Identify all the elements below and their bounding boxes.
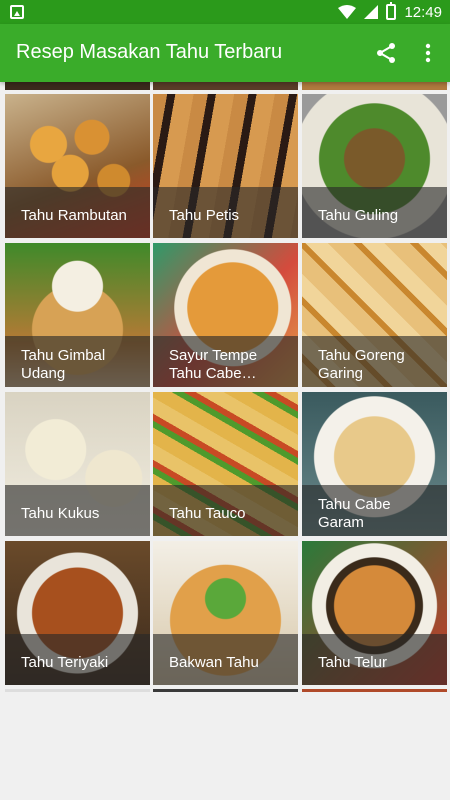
recipe-label: Tahu Petis: [169, 206, 240, 224]
recipe-tile[interactable]: Tahu Cabe Garam: [302, 392, 447, 536]
recipe-label: Tahu Gimbal Udang: [21, 346, 106, 382]
recipe-caption: Tahu Goreng Garing: [302, 336, 447, 387]
recipe-label: Bakwan Tahu: [169, 653, 259, 671]
image-icon: [10, 5, 24, 19]
recipe-tile[interactable]: Tahu Gimbal Udang: [5, 243, 150, 387]
recipe-caption: Tahu Guling: [302, 187, 447, 238]
recipe-grid[interactable]: Tahu Rambutan Tahu Petis Tahu Guling Tah…: [0, 82, 450, 692]
recipe-tile-partial[interactable]: [302, 82, 447, 90]
status-bar: 12:49: [0, 0, 450, 24]
recipe-tile[interactable]: Tahu Teriyaki: [5, 541, 150, 685]
recipe-label: Tahu Goreng Garing: [318, 346, 405, 382]
recipe-label: Tahu Kukus: [21, 504, 100, 522]
signal-icon: [364, 5, 379, 19]
recipe-label: Tahu Rambutan: [21, 206, 127, 224]
recipe-caption: Tahu Petis: [153, 187, 298, 238]
overflow-menu-icon[interactable]: [418, 41, 438, 65]
recipe-tile-partial[interactable]: [5, 82, 150, 90]
status-right: 12:49: [338, 0, 442, 24]
recipe-tile-partial[interactable]: [153, 82, 298, 90]
recipe-caption: Tahu Rambutan: [5, 187, 150, 238]
wifi-icon: [338, 5, 357, 19]
recipe-tile[interactable]: Tahu Petis: [153, 94, 298, 238]
recipe-caption: Sayur Tempe Tahu Cabe…: [153, 336, 298, 387]
status-time: 12:49: [404, 3, 442, 21]
recipe-tile[interactable]: Tahu Telur: [302, 541, 447, 685]
recipe-label: Sayur Tempe Tahu Cabe…: [169, 346, 258, 382]
share-icon[interactable]: [374, 41, 398, 65]
recipe-tile[interactable]: Tahu Guling: [302, 94, 447, 238]
recipe-tile[interactable]: Tahu Tauco: [153, 392, 298, 536]
battery-icon: [386, 2, 397, 20]
recipe-tile[interactable]: Bakwan Tahu: [153, 541, 298, 685]
recipe-label: Tahu Tauco: [169, 504, 246, 522]
recipe-tile[interactable]: Tahu Kukus: [5, 392, 150, 536]
recipe-tile[interactable]: Sayur Tempe Tahu Cabe…: [153, 243, 298, 387]
app-bar: Resep Masakan Tahu Terbaru: [0, 24, 450, 82]
empty-footer-area: [0, 692, 450, 800]
recipe-caption: Tahu Telur: [302, 634, 447, 685]
recipe-label: Tahu Teriyaki: [21, 653, 109, 671]
recipe-tile[interactable]: Tahu Rambutan: [5, 94, 150, 238]
recipe-caption: Tahu Cabe Garam: [302, 485, 447, 536]
recipe-caption: Bakwan Tahu: [153, 634, 298, 685]
recipe-caption: Tahu Kukus: [5, 485, 150, 536]
app-title: Resep Masakan Tahu Terbaru: [16, 41, 283, 63]
recipe-caption: Tahu Gimbal Udang: [5, 336, 150, 387]
recipe-caption: Tahu Tauco: [153, 485, 298, 536]
recipe-label: Tahu Cabe Garam: [318, 495, 391, 531]
recipe-tile[interactable]: Tahu Goreng Garing: [302, 243, 447, 387]
recipe-label: Tahu Guling: [318, 206, 399, 224]
recipe-caption: Tahu Teriyaki: [5, 634, 150, 685]
recipe-label: Tahu Telur: [318, 653, 387, 671]
